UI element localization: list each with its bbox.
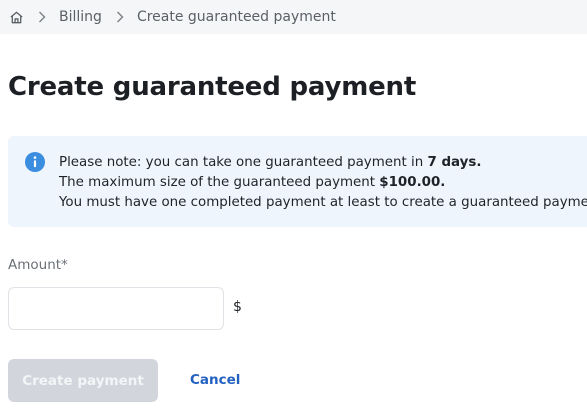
notice-text: Please note: you can take one guaranteed… [59,153,587,213]
cancel-button[interactable]: Cancel [190,372,240,388]
info-notice: Please note: you can take one guaranteed… [8,136,587,227]
notice-line-1-bold: 7 days. [427,155,482,170]
currency-symbol: $ [233,299,242,315]
home-icon[interactable] [8,9,24,25]
create-payment-button[interactable]: Create payment [8,359,158,402]
page-title: Create guaranteed payment [8,72,417,102]
notice-line-2-text: The maximum size of the guaranteed payme… [59,175,380,190]
notice-line-2-bold: $100.00. [379,175,446,190]
breadcrumb: Billing Create guaranteed payment [8,7,336,27]
chevron-right-icon [37,11,47,23]
amount-label: Amount* [8,257,68,273]
notice-line-1: Please note: you can take one guaranteed… [59,153,587,173]
notice-line-2: The maximum size of the guaranteed payme… [59,173,587,193]
breadcrumb-item-current: Create guaranteed payment [136,9,336,25]
info-icon [25,152,45,172]
notice-line-3: You must have one completed payment at l… [59,195,587,210]
amount-input[interactable] [8,287,224,330]
notice-line-1-text: Please note: you can take one guaranteed… [59,155,428,170]
breadcrumb-item-billing[interactable]: Billing [59,9,102,25]
chevron-right-icon [115,11,125,23]
